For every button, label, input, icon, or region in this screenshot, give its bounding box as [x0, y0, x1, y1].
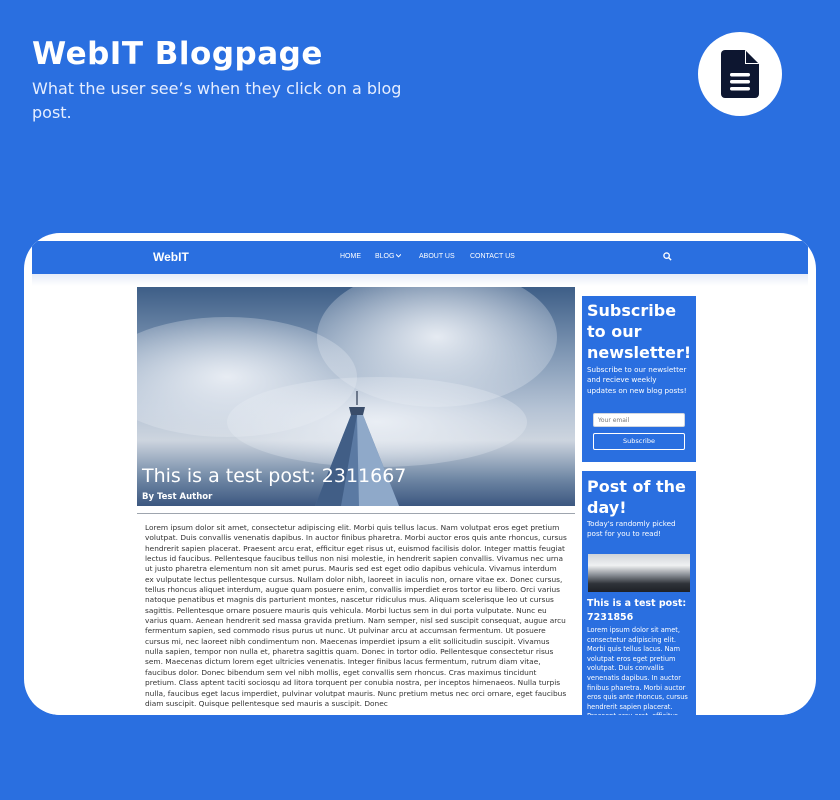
page-title: WebIT Blogpage: [32, 36, 323, 72]
newsletter-title: Subscribe to our newsletter!: [587, 301, 692, 362]
screenshot-frame: WebIT HOME BLOG ABOUT US CONTACT US This…: [24, 233, 816, 715]
site-navbar: WebIT HOME BLOG ABOUT US CONTACT US: [32, 241, 808, 286]
subscribe-button[interactable]: Subscribe: [593, 433, 685, 450]
post-body: Lorem ipsum dolor sit amet, consectetur …: [145, 523, 567, 708]
divider: [137, 513, 575, 514]
document-badge: [698, 32, 782, 116]
post-title: This is a test post: 2311667: [142, 465, 407, 487]
post-author[interactable]: By Test Author: [142, 492, 212, 502]
website-screenshot: WebIT HOME BLOG ABOUT US CONTACT US This…: [32, 241, 808, 715]
post-hero-image: This is a test post: 2311667 By Test Aut…: [137, 287, 575, 506]
site-brand[interactable]: WebIT: [153, 250, 189, 264]
search-icon[interactable]: [663, 252, 672, 261]
newsletter-description: Subscribe to our newsletter and recieve …: [587, 365, 687, 395]
post-of-day-thumbnail[interactable]: [588, 554, 690, 592]
post-of-day-card: Post of the day! Today's randomly picked…: [582, 471, 696, 715]
chevron-down-icon: [396, 253, 402, 258]
post-of-day-post-title[interactable]: This is a test post: 7231856: [587, 597, 695, 625]
page-subtitle: What the user see’s when they click on a…: [32, 79, 402, 122]
post-of-day-description: Today's randomly picked post for you to …: [587, 519, 676, 538]
post-of-day-title: Post of the day!: [587, 477, 686, 517]
nav-blog[interactable]: BLOG: [375, 253, 402, 260]
nav-home[interactable]: HOME: [340, 253, 361, 260]
nav-about-us[interactable]: ABOUT US: [419, 253, 455, 260]
nav-contact-us[interactable]: CONTACT US: [470, 253, 515, 260]
document-icon: [721, 50, 759, 98]
newsletter-card: Subscribe to our newsletter! Subscribe t…: [582, 296, 696, 462]
email-input[interactable]: [593, 413, 685, 427]
nav-blog-label: BLOG: [375, 253, 395, 260]
post-of-day-excerpt: Lorem ipsum dolor sit amet, consectetur …: [587, 626, 688, 715]
